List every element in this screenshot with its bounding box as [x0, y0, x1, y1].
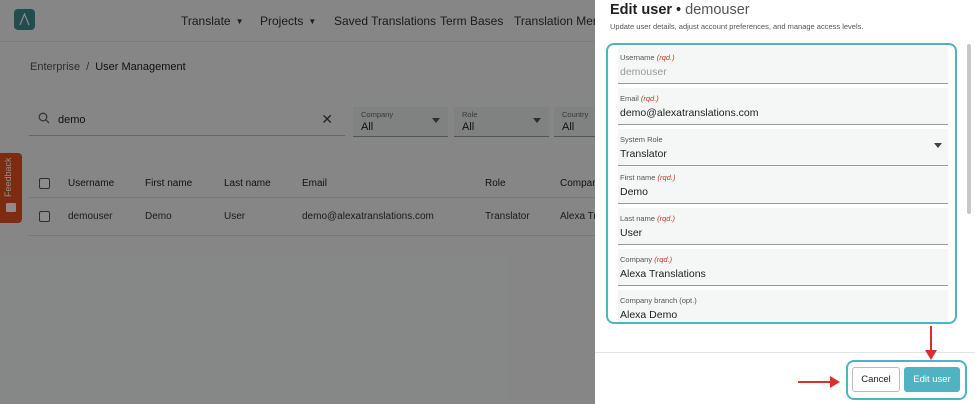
arrow-down-annotation: [925, 326, 937, 360]
annotation-arrows: [798, 326, 937, 388]
arrow-right-annotation: [798, 376, 840, 388]
